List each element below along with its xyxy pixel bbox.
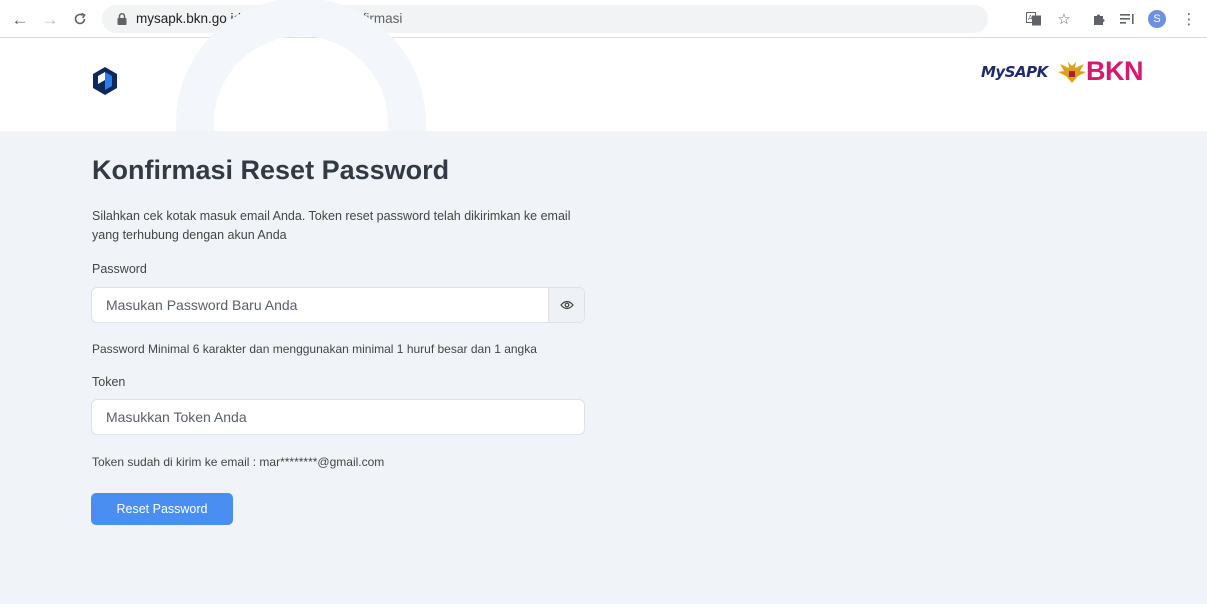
site-header: MySAPK BKN (0, 0, 1207, 248)
profile-avatar[interactable]: S (1148, 10, 1166, 28)
svg-text:A: A (1028, 14, 1033, 22)
token-field (91, 399, 585, 435)
lock-icon (117, 12, 127, 25)
main-content: Konfirmasi Reset Password Silahkan cek k… (0, 131, 1207, 604)
token-label: Token (92, 375, 126, 389)
eye-icon (559, 300, 574, 310)
bkn-logo-text: BKN (1086, 56, 1144, 86)
mysapk-logo: MySAPK (981, 63, 1048, 81)
show-password-button[interactable] (548, 288, 584, 322)
token-hint: Token sudah di kirim ke email : mar*****… (92, 455, 385, 469)
intro-text: Silahkan cek kotak masuk email Anda. Tok… (92, 209, 571, 242)
page-bottom (0, 604, 1207, 616)
address-bar[interactable]: mysapk.bkn.go.id/reset-password/konfirma… (102, 5, 988, 33)
url-text: mysapk.bkn.go.id/reset-password/konfirma… (136, 11, 402, 26)
token-input[interactable] (92, 400, 584, 434)
bookmark-star-icon[interactable]: ☆ (1054, 9, 1074, 29)
browser-toolbar: ← → mysapk.bkn.go.id/reset-password/konf… (0, 0, 1207, 38)
password-label: Password (92, 262, 147, 276)
page-title: Konfirmasi Reset Password (92, 155, 450, 185)
reading-list-icon[interactable] (1118, 9, 1138, 29)
translate-icon[interactable]: A (1024, 9, 1044, 29)
url-path: /reset-password/konfirmasi (241, 11, 403, 26)
reset-password-button[interactable]: Reset Password (91, 493, 233, 525)
site-logo-icon[interactable] (92, 66, 118, 96)
back-arrow-icon[interactable]: ← (10, 9, 30, 29)
password-input[interactable] (92, 288, 584, 322)
url-host: mysapk.bkn.go.id (136, 11, 242, 26)
forward-arrow-icon[interactable]: → (40, 9, 60, 29)
reload-icon[interactable] (70, 9, 90, 29)
menu-kebab-icon[interactable]: ⋮ (1179, 9, 1199, 29)
garuda-emblem-icon (1058, 62, 1086, 83)
extensions-puzzle-icon[interactable] (1089, 9, 1109, 29)
password-field (91, 287, 585, 323)
password-hint: Password Minimal 6 karakter dan mengguna… (92, 342, 537, 356)
mysapk-logo-text: MySAPK (981, 63, 1048, 81)
